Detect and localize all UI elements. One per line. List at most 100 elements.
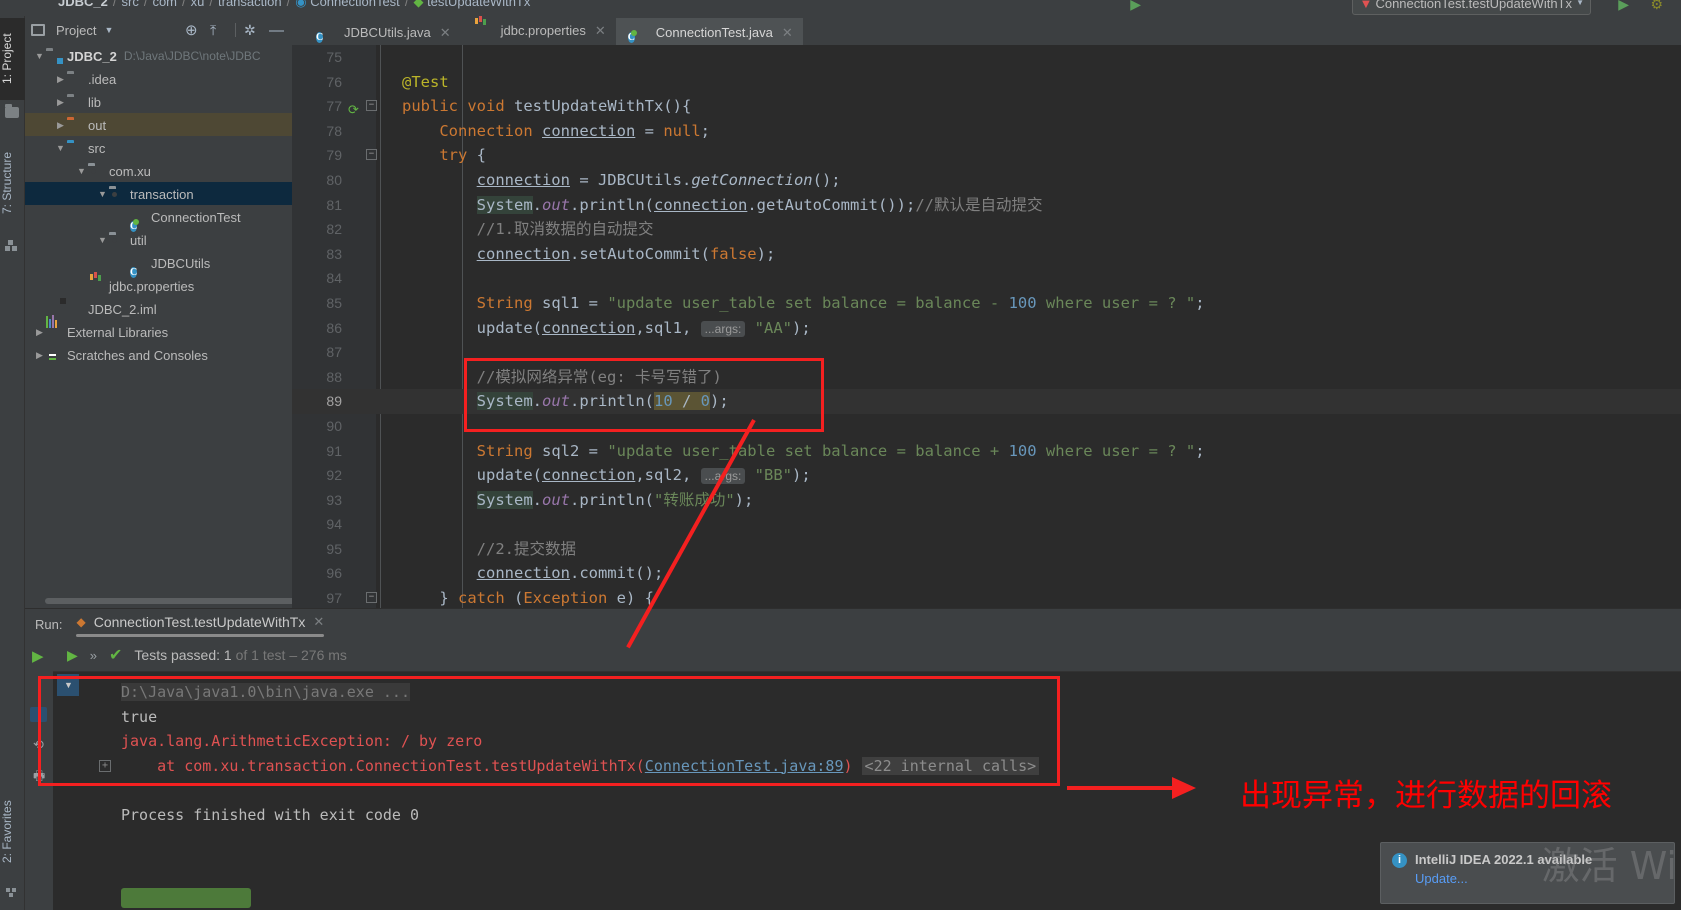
code-line-78[interactable]: 78 Connection connection = null;	[292, 119, 1681, 144]
breadcrumb-item-0[interactable]: JDBC_2	[58, 0, 108, 9]
tree-item-jdbc-2-iml[interactable]: JDBC_2.iml	[25, 297, 292, 320]
chevron-down-icon[interactable]: ▼	[96, 183, 109, 206]
breadcrumb-item-2[interactable]: com	[152, 0, 177, 9]
code-line-77[interactable]: 77 ⟳ − public void testUpdateWithTx(){	[292, 94, 1681, 119]
code-viewport[interactable]: 75 76 @Test 77 ⟳ − public void testUpdateWithT…	[292, 45, 1681, 608]
editor-tab-connectiontest-java[interactable]: C ConnectionTest.java ✕	[615, 18, 803, 47]
folder-blue-icon	[67, 142, 83, 156]
breadcrumb-item-6[interactable]: testUpdateWithTx	[427, 0, 530, 9]
breadcrumb-separator: /	[112, 0, 117, 9]
run-icon-top[interactable]: ▶	[1130, 0, 1141, 13]
line-number: 96	[326, 565, 342, 582]
tree-item-com-xu[interactable]: ▼ com.xu	[25, 159, 292, 182]
console-stack-link[interactable]: ConnectionTest.java:89	[645, 757, 844, 775]
code-line-84[interactable]: 84	[292, 266, 1681, 291]
sidebar-tab-project[interactable]: 1: Project	[0, 18, 25, 100]
settings-gear-icon[interactable]: ✲	[244, 22, 261, 39]
run-tab-connectiontest[interactable]: ◆ ConnectionTest.testUpdateWithTx ✕	[76, 614, 324, 637]
run-configuration-selector[interactable]: ▼ ConnectionTest.testUpdateWithTx ▼	[1352, 0, 1591, 15]
tree-item--idea[interactable]: ▶ .idea	[25, 67, 292, 90]
fold-marker-icon[interactable]: −	[366, 100, 377, 112]
project-horizontal-scrollbar[interactable]	[45, 598, 300, 604]
code-line-81[interactable]: 81 System.out.println(connection.getAuto…	[292, 193, 1681, 218]
tree-item-util[interactable]: ▼ util	[25, 228, 292, 251]
print-icon[interactable]: 🖶	[33, 767, 45, 789]
code-line-93[interactable]: 93 System.out.println("转账成功");	[292, 488, 1681, 513]
locate-icon[interactable]: ⊕	[185, 22, 202, 39]
chevron-right-icon[interactable]: ▶	[54, 68, 67, 91]
code-content[interactable]: 75 76 @Test 77 ⟳ − public void testUpdateWithT…	[292, 45, 1681, 608]
chevron-right-icon[interactable]: ▶	[54, 91, 67, 114]
scroll-toggle-icon[interactable]	[30, 707, 47, 722]
chevron-down-icon[interactable]: ▼	[33, 45, 46, 68]
hide-panel-icon[interactable]: —	[269, 22, 286, 39]
code-line-91[interactable]: 91 String sql2 = "update user_table set …	[292, 439, 1681, 464]
close-icon[interactable]: ✕	[782, 25, 793, 41]
chevron-down-icon[interactable]: ▼	[54, 137, 67, 160]
breadcrumb-item-3[interactable]: xu	[191, 0, 205, 9]
project-tree[interactable]: ▼ JDBC_2 D:\Java\JDBC\note\JDBC ▶ .idea ▶ lib ▶…	[25, 44, 292, 366]
tree-item-jdbc-properties[interactable]: jdbc.properties	[25, 274, 292, 297]
run-button-top[interactable]: ▶	[1618, 0, 1629, 13]
fold-marker-icon[interactable]: −	[366, 149, 377, 161]
tree-item-lib[interactable]: ▶ lib	[25, 90, 292, 113]
editor-tab-jdbcutils-java[interactable]: C JDBCUtils.java ✕	[304, 18, 461, 47]
code-line-75[interactable]: 75	[292, 45, 1681, 70]
code-line-80[interactable]: 80 connection = JDBCUtils.getConnection(…	[292, 168, 1681, 193]
chevron-right-icon[interactable]: ▶	[54, 114, 67, 137]
expand-chevrons-icon[interactable]: »	[90, 648, 97, 663]
expand-stack-icon[interactable]: +	[99, 759, 111, 772]
code-line-85[interactable]: 85 String sql1 = "update user_table set …	[292, 291, 1681, 316]
editor-tab-bar[interactable]: C JDBCUtils.java ✕ jdbc.properties ✕ C Connect…	[292, 16, 1681, 47]
code-line-97[interactable]: 97 − } catch (Exception e) {	[292, 586, 1681, 608]
code-line-79[interactable]: 79 − try {	[292, 143, 1681, 168]
code-line-94[interactable]: 94	[292, 512, 1681, 537]
code-line-89[interactable]: 89 System.out.println(10 / 0);	[292, 389, 1681, 414]
rerun-icon[interactable]: ▶	[32, 647, 44, 665]
code-line-96[interactable]: 96 connection.commit();	[292, 561, 1681, 586]
tree-item-jdbcutils[interactable]: C JDBCUtils	[25, 251, 292, 278]
console-fold-icon[interactable]: ▼	[57, 674, 79, 696]
chevron-down-icon[interactable]: ▼	[96, 229, 109, 252]
run-green-play-icon[interactable]: ▶	[67, 647, 78, 664]
close-icon[interactable]: ✕	[440, 25, 451, 41]
breadcrumb-item-4[interactable]: transaction	[218, 0, 282, 9]
sidebar-tab-favorites[interactable]: 2: Favorites	[0, 786, 25, 878]
tree-item-transaction[interactable]: ▼ transaction	[25, 182, 292, 205]
code-line-92[interactable]: 92 update(connection,sql2, ...args: "BB"…	[292, 463, 1681, 488]
code-line-76[interactable]: 76 @Test	[292, 70, 1681, 95]
code-line-88[interactable]: 88 //模拟网络异常(eg: 卡号写错了)	[292, 365, 1681, 390]
tree-item-external-libraries[interactable]: ▶ External Libraries	[25, 314, 292, 344]
tree-item-jdbc-2[interactable]: ▼ JDBC_2 D:\Java\JDBC\note\JDBC	[25, 44, 292, 67]
sidebar-tab-structure[interactable]: 7: Structure	[0, 134, 25, 232]
editor-tab-jdbc-properties[interactable]: jdbc.properties ✕	[461, 16, 616, 45]
code-line-95[interactable]: 95 //2.提交数据	[292, 537, 1681, 562]
code-line-87[interactable]: 87	[292, 340, 1681, 365]
fold-marker-icon[interactable]: −	[366, 592, 377, 604]
code-line-90[interactable]: 90	[292, 414, 1681, 439]
code-line-83[interactable]: 83 connection.setAutoCommit(false);	[292, 242, 1681, 267]
code-line-82[interactable]: 82 //1.取消数据的自动提交	[292, 217, 1681, 242]
annotation-text: 出现异常，进行数据的回滚	[1240, 778, 1612, 814]
tree-item-out[interactable]: ▶ out	[25, 113, 292, 136]
collapse-all-icon[interactable]: ⤒	[210, 22, 227, 39]
close-icon[interactable]: ✕	[313, 614, 324, 630]
soft-wrap-icon[interactable]: ⟲	[33, 737, 44, 753]
close-icon[interactable]: ✕	[595, 23, 606, 39]
code-line-86[interactable]: 86 update(connection,sql1, ...args: "AA"…	[292, 316, 1681, 341]
run-bottom-button[interactable]	[121, 888, 251, 908]
breadcrumb-item-1[interactable]: src	[121, 0, 138, 9]
console-internal-calls[interactable]: <22 internal calls>	[861, 756, 1040, 775]
tree-item-src[interactable]: ▼ src	[25, 136, 292, 159]
tree-item-connectiontest[interactable]: C ConnectionTest	[25, 205, 292, 232]
code-text: String sql1 = "update user_table set bal…	[476, 293, 1205, 312]
debug-button-top[interactable]: ⚙	[1650, 0, 1663, 13]
chevron-right-icon[interactable]: ▶	[33, 344, 46, 367]
tree-item-scratches-and-consoles[interactable]: ▶ Scratches and Consoles	[25, 343, 292, 366]
code-text: String sql2 = "update user_table set bal…	[476, 441, 1205, 460]
chevron-down-icon[interactable]: ▼	[75, 160, 88, 183]
breadcrumb[interactable]: JDBC_2/src / com / xu / transaction / ◉ Connecti…	[58, 0, 530, 10]
chevron-right-icon[interactable]: ▶	[33, 321, 46, 344]
breadcrumb-item-5[interactable]: ConnectionTest	[310, 0, 400, 9]
chevron-down-icon[interactable]: ▼	[104, 25, 113, 35]
